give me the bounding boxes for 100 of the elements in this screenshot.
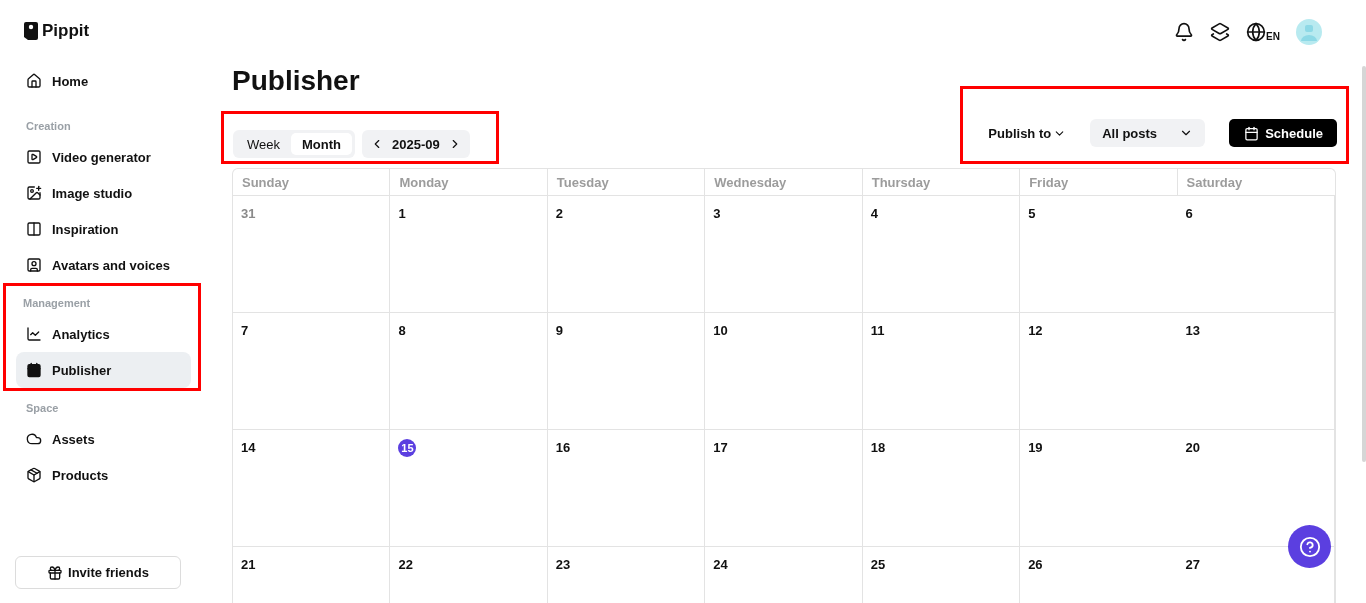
- layers-icon[interactable]: [1210, 22, 1231, 42]
- day-number: 5: [1028, 206, 1036, 221]
- day-number: 6: [1185, 206, 1193, 221]
- day-cell[interactable]: 5: [1020, 196, 1178, 313]
- item-label: Inspiration: [52, 221, 119, 237]
- item-label: Publisher: [52, 362, 112, 378]
- schedule-button[interactable]: Schedule: [1229, 119, 1337, 147]
- sidebar-item[interactable]: Avatars and voices: [16, 247, 188, 283]
- section-title: Management: [22, 296, 92, 311]
- day-number: 1: [398, 206, 406, 221]
- day-number: 23: [555, 557, 571, 572]
- day-cell[interactable]: 2: [547, 196, 706, 313]
- item-label: Assets: [52, 431, 95, 447]
- package-icon: [26, 467, 42, 483]
- day-cell[interactable]: 9: [547, 313, 706, 430]
- day-cell[interactable]: 23: [547, 547, 706, 603]
- logo-icon: [24, 22, 38, 40]
- brand-name: Pippit: [42, 21, 90, 41]
- day-cell[interactable]: 16: [547, 430, 706, 547]
- item-label: Image studio: [52, 185, 133, 201]
- play-icon: [26, 149, 42, 165]
- day-cell[interactable]: 19: [1020, 430, 1178, 547]
- day-cell[interactable]: 26: [1020, 547, 1178, 603]
- day-number: 16: [555, 440, 571, 455]
- day-number: 8: [398, 323, 406, 338]
- user-icon: [26, 257, 42, 273]
- day-cell[interactable]: 10: [705, 313, 863, 430]
- period-label: 2025-09: [392, 136, 440, 152]
- bell-icon[interactable]: [1174, 22, 1195, 42]
- sidebar-item[interactable]: Home: [16, 63, 188, 99]
- day-number: 24: [713, 557, 728, 572]
- day-number: 17: [713, 440, 728, 455]
- item-label: Avatars and voices: [52, 257, 171, 273]
- day-number: 31: [241, 206, 256, 221]
- day-cell[interactable]: 8: [390, 313, 548, 430]
- day-cell[interactable]: 7: [233, 313, 391, 430]
- day-number: 10: [713, 323, 728, 338]
- sidebar-item[interactable]: Inspiration: [16, 211, 188, 247]
- help-icon: [1298, 535, 1321, 558]
- chart-icon: [26, 326, 42, 342]
- day-cell[interactable]: 18: [862, 430, 1021, 547]
- day-number: 21: [241, 557, 256, 572]
- day-cell[interactable]: 21: [233, 547, 391, 603]
- day-number: 11: [870, 323, 885, 338]
- item-label: Analytics: [52, 326, 110, 342]
- day-number: 4: [870, 206, 878, 221]
- posts-filter[interactable]: All posts: [1090, 119, 1206, 147]
- day-cell[interactable]: 12: [1020, 313, 1178, 430]
- sidebar-item[interactable]: Publisher: [16, 352, 191, 388]
- day-cell[interactable]: 17: [705, 430, 863, 547]
- day-number: 19: [1028, 440, 1043, 455]
- day-cell[interactable]: 3: [705, 196, 863, 313]
- day-cell[interactable]: 24: [705, 547, 863, 603]
- cloud-icon: [26, 431, 42, 447]
- weekday-header: Tuesday: [547, 169, 706, 196]
- day-number: 26: [1028, 557, 1043, 572]
- day-number: 9: [555, 323, 564, 338]
- sidebar-item[interactable]: Image studio: [16, 175, 188, 211]
- sidebar-item[interactable]: Analytics: [16, 316, 191, 352]
- house-icon: [26, 73, 42, 89]
- item-label: Home: [52, 73, 89, 89]
- sidebar-item[interactable]: Assets: [16, 421, 188, 457]
- calendar-icon: [26, 362, 42, 378]
- day-cell[interactable]: 15: [390, 430, 548, 547]
- weekday-header: Saturday: [1177, 169, 1335, 196]
- view-tab[interactable]: Week: [236, 133, 291, 155]
- view-tab[interactable]: Month: [291, 133, 352, 155]
- weekday-header: Sunday: [233, 169, 391, 196]
- section-title: Space: [25, 401, 60, 416]
- day-number: 14: [241, 440, 256, 455]
- day-cell[interactable]: 13: [1177, 313, 1335, 430]
- day-number: 15: [398, 439, 417, 457]
- page-title: Publisher: [232, 64, 361, 98]
- day-number: 13: [1185, 323, 1201, 338]
- day-cell[interactable]: 4: [862, 196, 1021, 313]
- item-label: Products: [52, 467, 109, 483]
- day-cell[interactable]: 11: [862, 313, 1021, 430]
- image-icon: [26, 185, 42, 201]
- day-number: 2: [555, 206, 564, 221]
- panel-icon: [26, 221, 42, 237]
- calendar-icon: [1244, 125, 1260, 141]
- day-number: 3: [713, 206, 721, 221]
- day-cell[interactable]: 6: [1177, 196, 1335, 313]
- day-cell[interactable]: 22: [390, 547, 548, 603]
- sidebar-item[interactable]: Video generator: [16, 139, 188, 175]
- invite-button[interactable]: Invite friends: [15, 556, 181, 589]
- day-number: 25: [870, 557, 886, 572]
- weekday-header: Friday: [1020, 169, 1178, 196]
- sidebar-item[interactable]: Products: [16, 457, 188, 493]
- weekday-header: Wednesday: [705, 169, 863, 196]
- day-number: 7: [241, 323, 249, 338]
- day-number: 20: [1185, 440, 1201, 455]
- day-cell[interactable]: 14: [233, 430, 391, 547]
- section-title: Creation: [25, 119, 72, 134]
- gift-icon: [47, 564, 64, 581]
- day-cell[interactable]: 1: [390, 196, 548, 313]
- day-cell[interactable]: 25: [862, 547, 1021, 603]
- publish-to-dropdown[interactable]: Publish to: [988, 125, 1067, 141]
- day-number: 22: [398, 557, 413, 572]
- help-button[interactable]: [1288, 525, 1331, 568]
